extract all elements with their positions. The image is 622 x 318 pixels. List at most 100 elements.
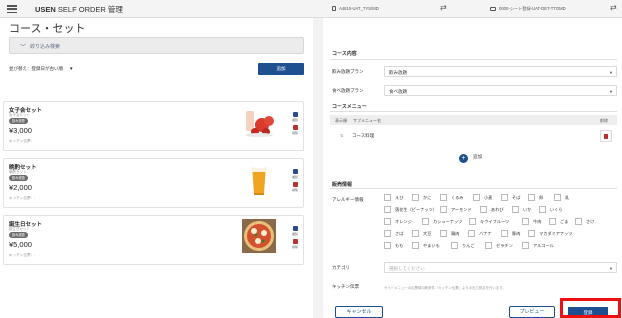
allergy-checkbox[interactable]: ゼラチン [485,242,513,249]
store-icon [332,6,336,11]
copy-button[interactable]: 複製 [288,112,302,122]
category-select[interactable]: 選択してください ▼ [384,262,617,273]
allergy-checkbox[interactable]: くるみ [440,194,463,201]
allergy-checkbox[interactable]: 乳 [554,194,569,201]
allergy-checkbox[interactable]: 豚肉 [501,230,520,237]
kitchen-slip-note: サイドメニューの伝票時印刷条件「キッチン伝票」よりの出力設定を行います。 [384,286,506,290]
allergy-checkbox[interactable]: りんご [451,242,475,249]
panel-divider [313,18,323,318]
allergy-checkbox[interactable]: アーモンド [440,206,472,213]
beer-image [251,164,267,195]
copy-icon [292,226,298,231]
swap-icon[interactable]: ⇄ [440,3,447,12]
submenu-name: コース料理 [352,133,375,138]
trash-icon [292,182,298,187]
highlight-box [560,298,621,318]
status-badge: 飲み放題 [9,175,28,181]
trash-icon [604,133,608,139]
caret-down-icon: ▼ [69,66,74,71]
course-price: ¥3,000 [9,126,32,135]
allergy-checkbox[interactable]: そば [501,194,520,201]
allergy-checkbox[interactable]: いか [512,206,531,213]
kitchen-slip: キッチン伝票：- [9,196,36,200]
allergy-checkbox[interactable]: 牛肉 [522,218,541,225]
sales-info-heading: 販売情報 [332,182,353,188]
course-content-heading: コース内容 [332,51,357,57]
filter-accordion[interactable]: ﹀ 絞り込み検索 [9,37,304,54]
allergy-checkbox[interactable]: アルコール [522,242,554,249]
filter-label: 絞り込み検索 [30,44,61,50]
course-card[interactable]: 誕生日セット 誕生日セット 飲み放題 ¥5,000 キッチン伝票：- 複製 削除 [3,215,304,265]
allergy-label: アレルギー情報 [332,197,364,202]
allergy-checkbox[interactable]: えび [384,194,403,201]
pizza-image [242,219,276,253]
trash-icon [292,239,298,244]
allergy-checkbox[interactable]: マカダミアナッツ [528,230,572,237]
delete-button[interactable]: 削除 [288,239,302,249]
delete-button[interactable]: 削除 [288,125,302,135]
caret-down-icon: ▼ [609,265,613,271]
delete-button[interactable]: 削除 [288,182,302,192]
page-title: コース・セット [9,23,86,35]
status-badge: 飲み放題 [9,232,28,238]
status-badge: 飲み放題 [9,118,28,124]
allergy-checkbox[interactable]: 鶏肉 [440,230,459,237]
account-selector[interactable]: A4810-UAT_TYS/MD [332,6,379,11]
allergy-checkbox[interactable]: さば [384,230,403,237]
top-bar: USEN SELF ORDER 管理 A4810-UAT_TYS/MD ⇄ 00… [0,0,622,18]
drag-handle-icon[interactable]: ⇅ [340,133,343,138]
drink-fruit-image [245,111,274,137]
course-card[interactable]: 女子会セット 女子会セット 飲み放題 ¥3,000 キッチン伝票：- 複製 削除 [3,101,304,151]
app-title: USEN SELF ORDER 管理 [35,5,123,14]
allergy-checkbox[interactable]: 落花生（ピーナッツ） [384,206,437,213]
course-edit-panel [323,18,622,318]
drink-plan-label: 飲み放題プラン [332,69,364,74]
delete-submenu-button[interactable] [600,130,612,142]
divider [330,111,617,112]
allergy-checkbox[interactable]: もも [384,242,403,249]
copy-button[interactable]: 複製 [288,226,302,236]
copy-button[interactable]: 複製 [288,169,302,179]
food-plan-select[interactable]: 食べ放題 ▼ [384,85,617,96]
allergy-checkbox[interactable]: 大豆 [412,230,431,237]
submenu-table-header: 表示順 サブメニュー名 削除 [330,115,617,125]
allergy-checkbox[interactable]: ごま [549,218,568,225]
device-selector[interactable]: 0000-シート登録-UAT-DET-TTOMD [490,6,566,12]
allergy-checkbox[interactable]: 小麦 [473,194,492,201]
course-card[interactable]: 晩酌セット 晩酌セット 飲み放題 ¥2,000 キッチン伝票：- 複製 削除 [3,158,304,208]
allergy-checkbox[interactable]: キウイフルーツ [469,218,509,225]
allergy-checkbox[interactable]: さけ [575,218,594,225]
divider [330,59,617,60]
swap-icon[interactable]: ⇄ [610,3,617,12]
kitchen-slip-label: キッチン伝票 [332,284,359,289]
cancel-button[interactable]: キャンセル [335,306,383,318]
food-plan-label: 食べ放題プラン [332,88,364,93]
preview-button[interactable]: プレビュー [509,306,555,318]
allergy-checkbox[interactable]: カシューナッツ [422,218,462,225]
allergy-checkbox[interactable]: 卵 [528,194,543,201]
divider [330,188,617,189]
allergy-checkbox[interactable]: かに [412,194,431,201]
drink-plan-select[interactable]: 飲み放題 ▼ [384,66,617,77]
chevron-down-icon: ﹀ [20,45,27,51]
copy-icon [292,169,298,174]
allergy-checkbox[interactable]: やまいも [412,242,440,249]
add-submenu-button[interactable]: + 追加 [459,154,482,163]
allergy-checkbox[interactable]: あわび [480,206,504,213]
kitchen-slip: キッチン伝票：- [9,253,36,257]
allergy-checkbox[interactable]: いくら [539,206,563,213]
caret-down-icon: ▼ [609,69,613,75]
course-menu-heading: コースメニュー [332,104,367,110]
course-price: ¥5,000 [9,240,32,249]
kitchen-slip: キッチン伝票：- [9,139,36,143]
allergy-checkbox[interactable]: バナナ [468,230,492,237]
copy-icon [292,112,298,117]
category-label: カテゴリ [332,265,350,270]
submenu-row: ⇅ コース料理 [330,129,617,143]
caret-down-icon: ▼ [609,88,613,94]
add-course-button[interactable]: 追加 [258,63,304,75]
hamburger-menu-icon[interactable] [7,5,17,14]
sort-select[interactable]: 並び替え：登録日が古い順 ▼ [9,66,73,72]
trash-icon [292,125,298,130]
allergy-checkbox[interactable]: オレンジ [384,218,412,225]
